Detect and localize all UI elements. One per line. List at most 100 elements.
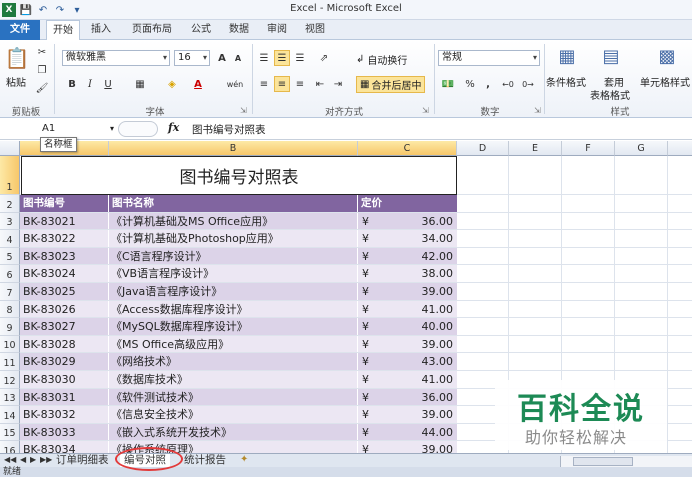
cell-book-name[interactable]: 《MySQL数据库程序设计》	[109, 318, 358, 335]
row-header[interactable]: 12	[0, 371, 20, 389]
row-header[interactable]: 10	[0, 335, 20, 354]
italic-button[interactable]: I	[82, 76, 98, 92]
cell-book-name[interactable]: 《C语言程序设计》	[109, 247, 358, 265]
cell-book-code[interactable]: BK-83023	[20, 247, 109, 265]
insert-function-button[interactable]: fx	[168, 121, 179, 134]
format-as-table-icon[interactable]: ▤	[600, 44, 622, 68]
cell-book-price[interactable]: ¥39.00	[358, 335, 457, 353]
increase-decimal-icon[interactable]: ←0	[500, 76, 516, 92]
bold-button[interactable]: B	[64, 76, 80, 92]
row-header[interactable]: 13	[0, 388, 20, 407]
cell-book-name[interactable]: 《计算机基础及Photoshop应用》	[109, 230, 358, 247]
cell-book-code[interactable]: BK-83032	[20, 406, 109, 423]
cell-book-name[interactable]: 《数据库技术》	[109, 371, 358, 388]
column-header-e[interactable]: E	[509, 141, 562, 156]
cell-book-price[interactable]: ¥34.00	[358, 230, 457, 247]
cell-book-name[interactable]: 《VB语言程序设计》	[109, 265, 358, 282]
cell-book-price[interactable]: ¥41.00	[358, 300, 457, 318]
comma-button[interactable]: ,	[480, 76, 496, 92]
fill-color-icon[interactable]: ◈	[164, 76, 180, 92]
cell-book-price[interactable]: ¥41.00	[358, 371, 457, 388]
header-cell-code[interactable]: 图书编号	[20, 195, 109, 212]
cell-book-code[interactable]: BK-83024	[20, 265, 109, 282]
first-sheet-icon[interactable]: ◀◀	[4, 455, 16, 464]
cell-styles-icon[interactable]: ▩	[656, 44, 678, 68]
column-header-g[interactable]: G	[615, 141, 668, 156]
tab-view[interactable]: 视图	[300, 20, 330, 40]
row-header[interactable]: 5	[0, 247, 20, 266]
phonetic-button[interactable]: wén	[224, 76, 246, 92]
insert-sheet-icon[interactable]: ✦	[240, 454, 248, 465]
percent-button[interactable]: %	[462, 76, 478, 92]
column-header-c[interactable]: C	[358, 141, 457, 156]
header-cell-price[interactable]: 定价	[358, 195, 457, 212]
cell-book-name[interactable]: 《计算机基础及MS Office应用》	[109, 212, 358, 230]
cut-icon[interactable]: ✂	[34, 44, 50, 60]
border-icon[interactable]: ▦	[132, 76, 148, 92]
tab-formulas[interactable]: 公式	[186, 20, 216, 40]
next-sheet-icon[interactable]: ▶	[30, 455, 36, 464]
tab-review[interactable]: 审阅	[262, 20, 292, 40]
accounting-format-icon[interactable]: 💵	[440, 76, 456, 92]
cell-book-price[interactable]: ¥39.00	[358, 441, 457, 453]
align-center-icon[interactable]: ≡	[274, 76, 290, 92]
font-name-dropdown[interactable]: 微软雅黑 ▾	[62, 50, 170, 66]
decrease-indent-icon[interactable]: ⇤	[312, 76, 328, 92]
format-as-table-label-2[interactable]: 表格格式	[590, 87, 630, 102]
name-box[interactable]: A1 ▾	[20, 121, 116, 137]
last-sheet-icon[interactable]: ▶▶	[40, 455, 52, 464]
prev-sheet-icon[interactable]: ◀	[20, 455, 26, 464]
cell-book-price[interactable]: ¥36.00	[358, 212, 457, 230]
cell-book-code[interactable]: BK-83025	[20, 283, 109, 300]
row-header[interactable]: 11	[0, 353, 20, 371]
cell-book-code[interactable]: BK-83034	[20, 441, 109, 453]
horizontal-scrollbar[interactable]	[560, 456, 692, 467]
tab-file[interactable]: 文件	[0, 20, 40, 40]
cell-book-name[interactable]: 《网络技术》	[109, 353, 358, 370]
number-dialog-launcher-icon[interactable]: ⇲	[534, 106, 541, 115]
cell-book-name[interactable]: 《Java语言程序设计》	[109, 283, 358, 300]
font-color-button[interactable]: A	[190, 76, 206, 92]
cell-book-name[interactable]: 《MS Office高级应用》	[109, 335, 358, 353]
copy-icon[interactable]: ❐	[34, 62, 50, 78]
alignment-dialog-launcher-icon[interactable]: ⇲	[422, 106, 429, 115]
cell-book-price[interactable]: ¥36.00	[358, 388, 457, 406]
cell-book-name[interactable]: 《信息安全技术》	[109, 406, 358, 423]
column-header-f[interactable]: F	[562, 141, 615, 156]
sheet-title-cell[interactable]: 图书编号对照表	[21, 156, 457, 195]
sheet-tab-order-details[interactable]: 订单明细表	[52, 454, 113, 468]
increase-indent-icon[interactable]: ⇥	[330, 76, 346, 92]
cell-book-code[interactable]: BK-83029	[20, 353, 109, 370]
row-header[interactable]: 4	[0, 230, 20, 248]
cell-book-name[interactable]: 《Access数据库程序设计》	[109, 300, 358, 318]
font-size-dropdown[interactable]: 16 ▾	[174, 50, 210, 66]
cell-book-price[interactable]: ¥39.00	[358, 283, 457, 300]
cell-book-name[interactable]: 《软件测试技术》	[109, 388, 358, 406]
merge-center-button[interactable]: ▦ 合并后居中	[356, 76, 426, 93]
number-format-dropdown[interactable]: 常规 ▾	[438, 50, 540, 66]
row-header[interactable]: 3	[0, 212, 20, 231]
column-header-b[interactable]: B	[109, 141, 358, 156]
conditional-format-icon[interactable]: ▦	[556, 44, 578, 68]
cell-book-price[interactable]: ¥44.00	[358, 423, 457, 441]
underline-button[interactable]: U	[100, 76, 116, 92]
row-header[interactable]: 16	[0, 441, 20, 453]
header-cell-name[interactable]: 图书名称	[109, 195, 358, 212]
paste-icon[interactable]: 📋	[5, 46, 30, 70]
tab-insert[interactable]: 插入	[86, 20, 116, 40]
cell-book-code[interactable]: BK-83026	[20, 300, 109, 318]
sheet-tab-stats-report[interactable]: 统计报告	[180, 454, 230, 468]
row-header[interactable]: 9	[0, 318, 20, 336]
formula-input[interactable]: 图书编号对照表	[192, 122, 266, 137]
row-header[interactable]: 1	[0, 156, 20, 195]
align-bottom-icon[interactable]: ☰	[292, 50, 308, 66]
cell-styles-button[interactable]: 单元格样式	[640, 74, 690, 89]
column-header-d[interactable]: D	[457, 141, 509, 156]
tab-home[interactable]: 开始	[46, 20, 80, 41]
align-right-icon[interactable]: ≡	[292, 76, 308, 92]
paste-button[interactable]: 粘贴	[6, 74, 26, 89]
tab-data[interactable]: 数据	[224, 20, 254, 40]
decrease-decimal-icon[interactable]: 0→	[520, 76, 536, 92]
cell-book-price[interactable]: ¥38.00	[358, 265, 457, 282]
cell-book-code[interactable]: BK-83033	[20, 423, 109, 441]
